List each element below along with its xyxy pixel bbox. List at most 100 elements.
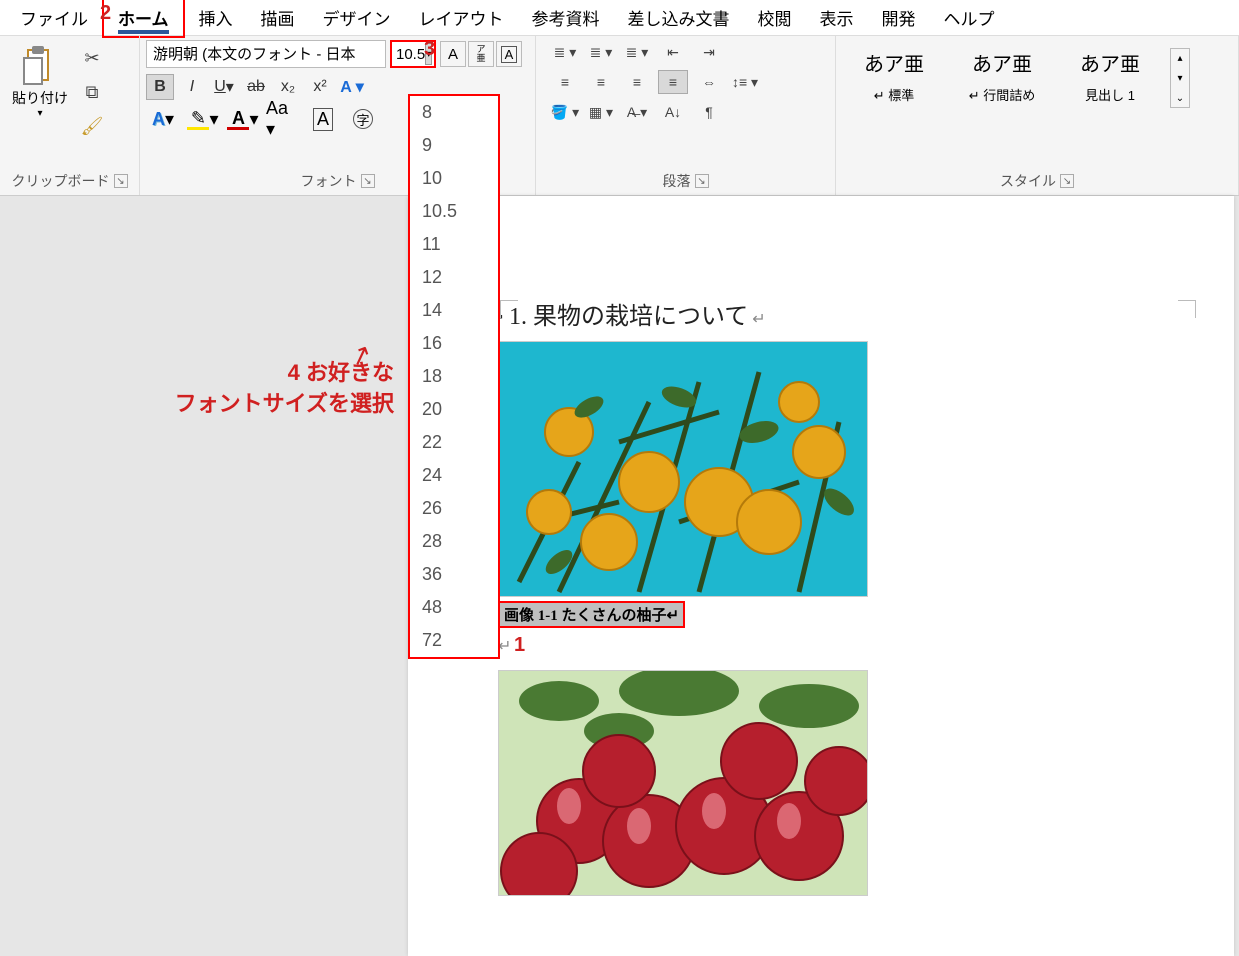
italic-button[interactable]: I [178, 74, 206, 100]
menu-developer[interactable]: 開発 [868, 0, 930, 36]
menu-home[interactable]: ホーム [102, 0, 185, 38]
size-option[interactable]: 24 [410, 459, 498, 492]
align-left-button[interactable]: ≡ [550, 70, 580, 94]
paragraph-dialog-launcher[interactable]: ↘ [695, 174, 709, 188]
menu-view[interactable]: 表示 [806, 0, 868, 36]
styles-group-label: スタイル [1000, 171, 1056, 191]
image-caption-selected[interactable]: 画像 1-1 たくさんの柚子↵ [498, 601, 685, 628]
size-option[interactable]: 10 [410, 162, 498, 195]
cut-button[interactable]: ✂ [78, 44, 106, 72]
paste-label: 貼り付け [12, 88, 68, 108]
clear-formatting-button[interactable]: A̶ ▾ [622, 100, 652, 124]
phonetic-guide-button[interactable]: ア亜 [468, 41, 494, 67]
distribute-button[interactable]: ⇔ [694, 70, 724, 94]
line-spacing-button[interactable]: ↕≡ ▾ [730, 70, 760, 94]
font-color-button[interactable]: A ▾ [226, 106, 260, 132]
font-group-label: フォント [301, 171, 357, 191]
clipboard-dialog-launcher[interactable]: ↘ [114, 174, 128, 188]
char-shading-button[interactable]: A [306, 106, 340, 132]
menu-help[interactable]: ヘルプ [930, 0, 1009, 36]
size-option[interactable]: 20 [410, 393, 498, 426]
font-name-combo[interactable]: 游明朝 (本文のフォント - 日本 [146, 40, 386, 68]
document-page[interactable]: 1. 果物の栽培について [408, 196, 1234, 956]
style-nospacing[interactable]: あア亜 ↵ 行間詰め [954, 48, 1050, 104]
size-option[interactable]: 26 [410, 492, 498, 525]
ribbon: 貼り付け ▾ ✂ ⧉ 🖌 クリップボード ↘ 游明朝 (本文のフォント - 日本… [0, 36, 1239, 196]
menu-mailings[interactable]: 差し込み文書 [614, 0, 744, 36]
size-option[interactable]: 48 [410, 591, 498, 624]
paste-button[interactable]: 貼り付け ▾ [6, 40, 74, 123]
size-option[interactable]: 16 [410, 327, 498, 360]
style-normal[interactable]: あア亜 ↵ 標準 [846, 48, 942, 104]
font-dialog-launcher[interactable]: ↘ [361, 174, 375, 188]
menu-design[interactable]: デザイン [309, 0, 405, 36]
strikethrough-button[interactable]: ab [242, 74, 270, 100]
highlight-button[interactable]: ✎ ▾ [186, 106, 220, 132]
size-option[interactable]: 12 [410, 261, 498, 294]
bold-button[interactable]: B [146, 74, 174, 100]
image-apples[interactable] [498, 670, 868, 896]
text-effects-button[interactable]: A ▾ [338, 74, 366, 100]
size-option[interactable]: 28 [410, 525, 498, 558]
bullets-button[interactable]: ≣ ▾ [550, 40, 580, 64]
menu-insert[interactable]: 挿入 [185, 0, 247, 36]
sort-button[interactable]: A↓ [658, 100, 688, 124]
decrease-indent-button[interactable]: ⇤ [658, 40, 688, 64]
font-size-dropdown: 8 9 10 10.5 11 12 14 16 18 20 22 24 26 2… [408, 94, 500, 659]
size-option[interactable]: 9 [410, 129, 498, 162]
menu-bar: ファイル ホーム 挿入 描画 デザイン レイアウト 参考資料 差し込み文書 校閲… [0, 0, 1239, 36]
annotation-text-4: 4 お好きな フォントサイズを選択 [84, 358, 394, 420]
group-paragraph: ≣ ▾ ≣ ▾ ≣ ▾ ⇤ ⇥ ≡ ≡ ≡ ≡ ⇔ ↕≡ ▾ 🪣 ▾ ▦ ▾ A… [536, 36, 836, 195]
clipboard-icon [22, 44, 58, 88]
shading-button[interactable]: 🪣 ▾ [550, 100, 580, 124]
underline-button[interactable]: U ▾ [210, 74, 238, 100]
styles-dialog-launcher[interactable]: ↘ [1060, 174, 1074, 188]
group-clipboard: 貼り付け ▾ ✂ ⧉ 🖌 クリップボード ↘ [0, 36, 140, 195]
size-option[interactable]: 18 [410, 360, 498, 393]
multilevel-list-button[interactable]: ≣ ▾ [622, 40, 652, 64]
enclosed-char-button[interactable]: 字 [346, 106, 380, 132]
size-option[interactable]: 72 [410, 624, 498, 657]
format-painter-button[interactable]: 🖌 [78, 112, 106, 140]
size-option[interactable]: 10.5 [410, 195, 498, 228]
subscript-button[interactable]: x₂ [274, 74, 302, 100]
increase-indent-button[interactable]: ⇥ [694, 40, 724, 64]
grow-font-button[interactable]: A [440, 41, 466, 67]
size-option[interactable]: 14 [410, 294, 498, 327]
char-border-button[interactable]: A [496, 41, 522, 67]
justify-button[interactable]: ≡ [658, 70, 688, 94]
size-option[interactable]: 11 [410, 228, 498, 261]
menu-file[interactable]: ファイル [6, 0, 102, 36]
align-right-button[interactable]: ≡ [622, 70, 652, 94]
size-option[interactable]: 8 [410, 96, 498, 129]
show-marks-button[interactable]: ¶ [694, 100, 724, 124]
size-option[interactable]: 22 [410, 426, 498, 459]
change-case-button[interactable]: Aa ▾ [266, 106, 300, 132]
size-option[interactable]: 36 [410, 558, 498, 591]
numbering-button[interactable]: ≣ ▾ [586, 40, 616, 64]
doc-heading[interactable]: 1. 果物の栽培について [498, 296, 1194, 331]
menu-draw[interactable]: 描画 [247, 0, 309, 36]
borders-button[interactable]: ▦ ▾ [586, 100, 616, 124]
text-outline-button[interactable]: A ▾ [146, 106, 180, 132]
annotation-number-3: 3 [424, 38, 435, 61]
page-margin-mark-right [1178, 300, 1196, 318]
superscript-button[interactable]: x² [306, 74, 334, 100]
menu-review[interactable]: 校閲 [744, 0, 806, 36]
annotation-number-2: 2 [100, 2, 111, 25]
page-margin-mark-left [500, 300, 518, 318]
paragraph-mark: ↵ [498, 636, 1194, 656]
document-area: 1. 果物の栽培について [0, 196, 1239, 955]
font-size-value: 10.5 [396, 46, 425, 63]
image-yuzu[interactable] [498, 341, 868, 597]
style-gallery-scroll[interactable]: ▴▾⌄ [1170, 48, 1190, 108]
paragraph-group-label: 段落 [663, 171, 691, 191]
group-styles: あア亜 ↵ 標準 あア亜 ↵ 行間詰め あア亜 見出し 1 ▴▾⌄ スタイル ↘ [836, 36, 1239, 195]
menu-layout[interactable]: レイアウト [405, 0, 518, 36]
copy-button[interactable]: ⧉ [78, 78, 106, 106]
menu-references[interactable]: 参考資料 [518, 0, 614, 36]
align-center-button[interactable]: ≡ [586, 70, 616, 94]
clipboard-group-label: クリップボード [12, 171, 110, 191]
annotation-number-1: 1 [514, 634, 525, 657]
style-heading1[interactable]: あア亜 見出し 1 [1062, 48, 1158, 104]
